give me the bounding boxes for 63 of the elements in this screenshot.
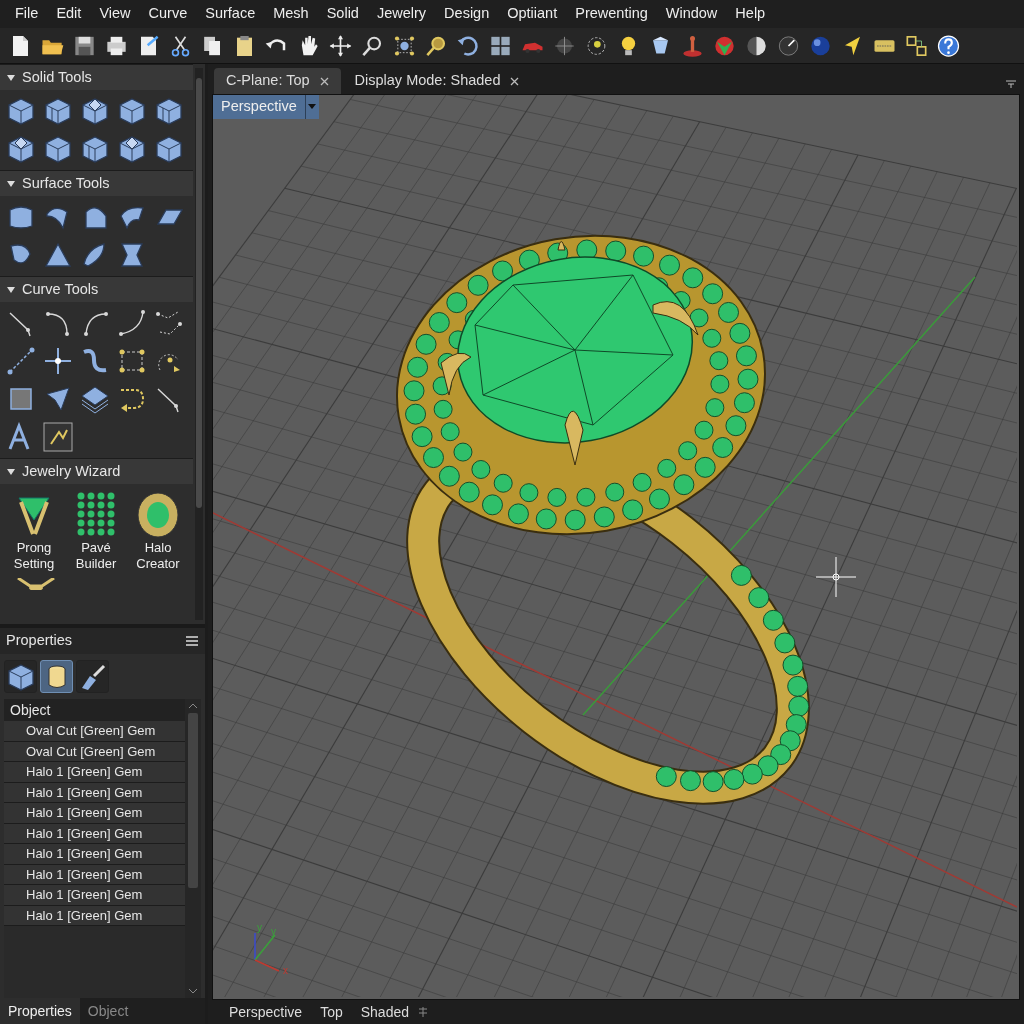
sketch-icon[interactable] [41,420,75,454]
object-row[interactable]: Halo 1 [Green] Gem [4,782,185,803]
collapse-icon[interactable] [6,284,16,295]
object-row[interactable]: Halo 1 [Green] Gem [4,844,185,865]
status-item[interactable]: Shaded [351,1001,418,1023]
menu-item[interactable]: Window [656,3,727,25]
axis-label: y [257,922,262,933]
menu-item[interactable]: Jewelry [367,3,436,25]
collapse-icon[interactable] [6,178,16,189]
scroll-up-icon[interactable] [188,703,198,709]
object-row[interactable]: Halo 1 [Green] Gem [4,823,185,844]
object-row[interactable]: Oval Cut [Green] Gem [4,721,185,742]
properties-tab[interactable] [4,660,37,693]
menu-item[interactable]: Solid [317,3,368,25]
properties-tab[interactable] [76,660,109,693]
scroll-down-icon[interactable] [188,988,198,994]
menu-item[interactable]: Design [435,3,499,25]
menu-item[interactable]: File [6,3,48,25]
properties-tab[interactable] [40,660,73,693]
menu-item[interactable]: Surface [196,3,265,25]
viewport-label[interactable]: Perspective [213,95,305,119]
list-header: Object [4,699,185,721]
menu-icon[interactable] [185,635,199,647]
object-row[interactable]: Halo 1 [Green] Gem [4,885,185,906]
caret-icon[interactable] [308,104,317,110]
object-row[interactable]: Halo 1 [Green] Gem [4,803,185,824]
collapse-icon[interactable] [6,466,16,477]
filter-icon[interactable] [418,1006,428,1018]
panel-title: Properties [6,631,73,651]
menu-item[interactable]: Edit [47,3,91,25]
status-item[interactable]: Top [311,1001,352,1023]
viewport-tab[interactable]: C-Plane: Top [214,68,341,94]
menu-item[interactable]: Help [726,3,775,25]
object-row[interactable]: Halo 1 [Green] Gem [4,762,185,783]
axis-label: y [271,926,276,937]
wizard-tool-button[interactable]: Prong Setting [6,490,62,573]
ring-icon[interactable] [16,577,56,590]
scrollbar[interactable] [195,68,203,620]
object-row[interactable]: Halo 1 [Green] Gem [4,905,185,926]
menu-item[interactable]: View [90,3,140,25]
panel-title: Solid Tools [22,67,92,87]
menu-item[interactable]: Optiiant [498,3,567,25]
panel-tab[interactable]: Object [79,998,137,1024]
panel-tab[interactable]: Properties [0,998,80,1024]
scrollbar[interactable] [185,699,201,998]
menu-item[interactable]: Curve [139,3,197,25]
viewport-tab[interactable]: Display Mode: Shaded [342,68,532,94]
status-item[interactable]: Perspective [220,1001,312,1023]
collapse-icon[interactable] [6,72,16,83]
panel-title: Curve Tools [22,279,99,299]
close-icon[interactable] [319,76,329,86]
pin-icon[interactable] [1006,80,1016,89]
axis-label: x [283,965,288,976]
menu-item[interactable]: Prewenting [566,3,657,25]
object-row[interactable]: Oval Cut [Green] Gem [4,741,185,762]
cursor-crosshair-icon [815,556,857,598]
wizard-tool-button[interactable]: Halo Creator [130,490,186,573]
menu-item[interactable]: Mesh [264,3,318,25]
wizard-tool-button[interactable]: Pavé Builder [68,490,124,573]
panel-title: Jewelry Wizard [22,461,121,481]
panel-title: Surface Tools [22,173,110,193]
close-icon[interactable] [510,76,520,86]
object-row[interactable]: Halo 1 [Green] Gem [4,864,185,885]
